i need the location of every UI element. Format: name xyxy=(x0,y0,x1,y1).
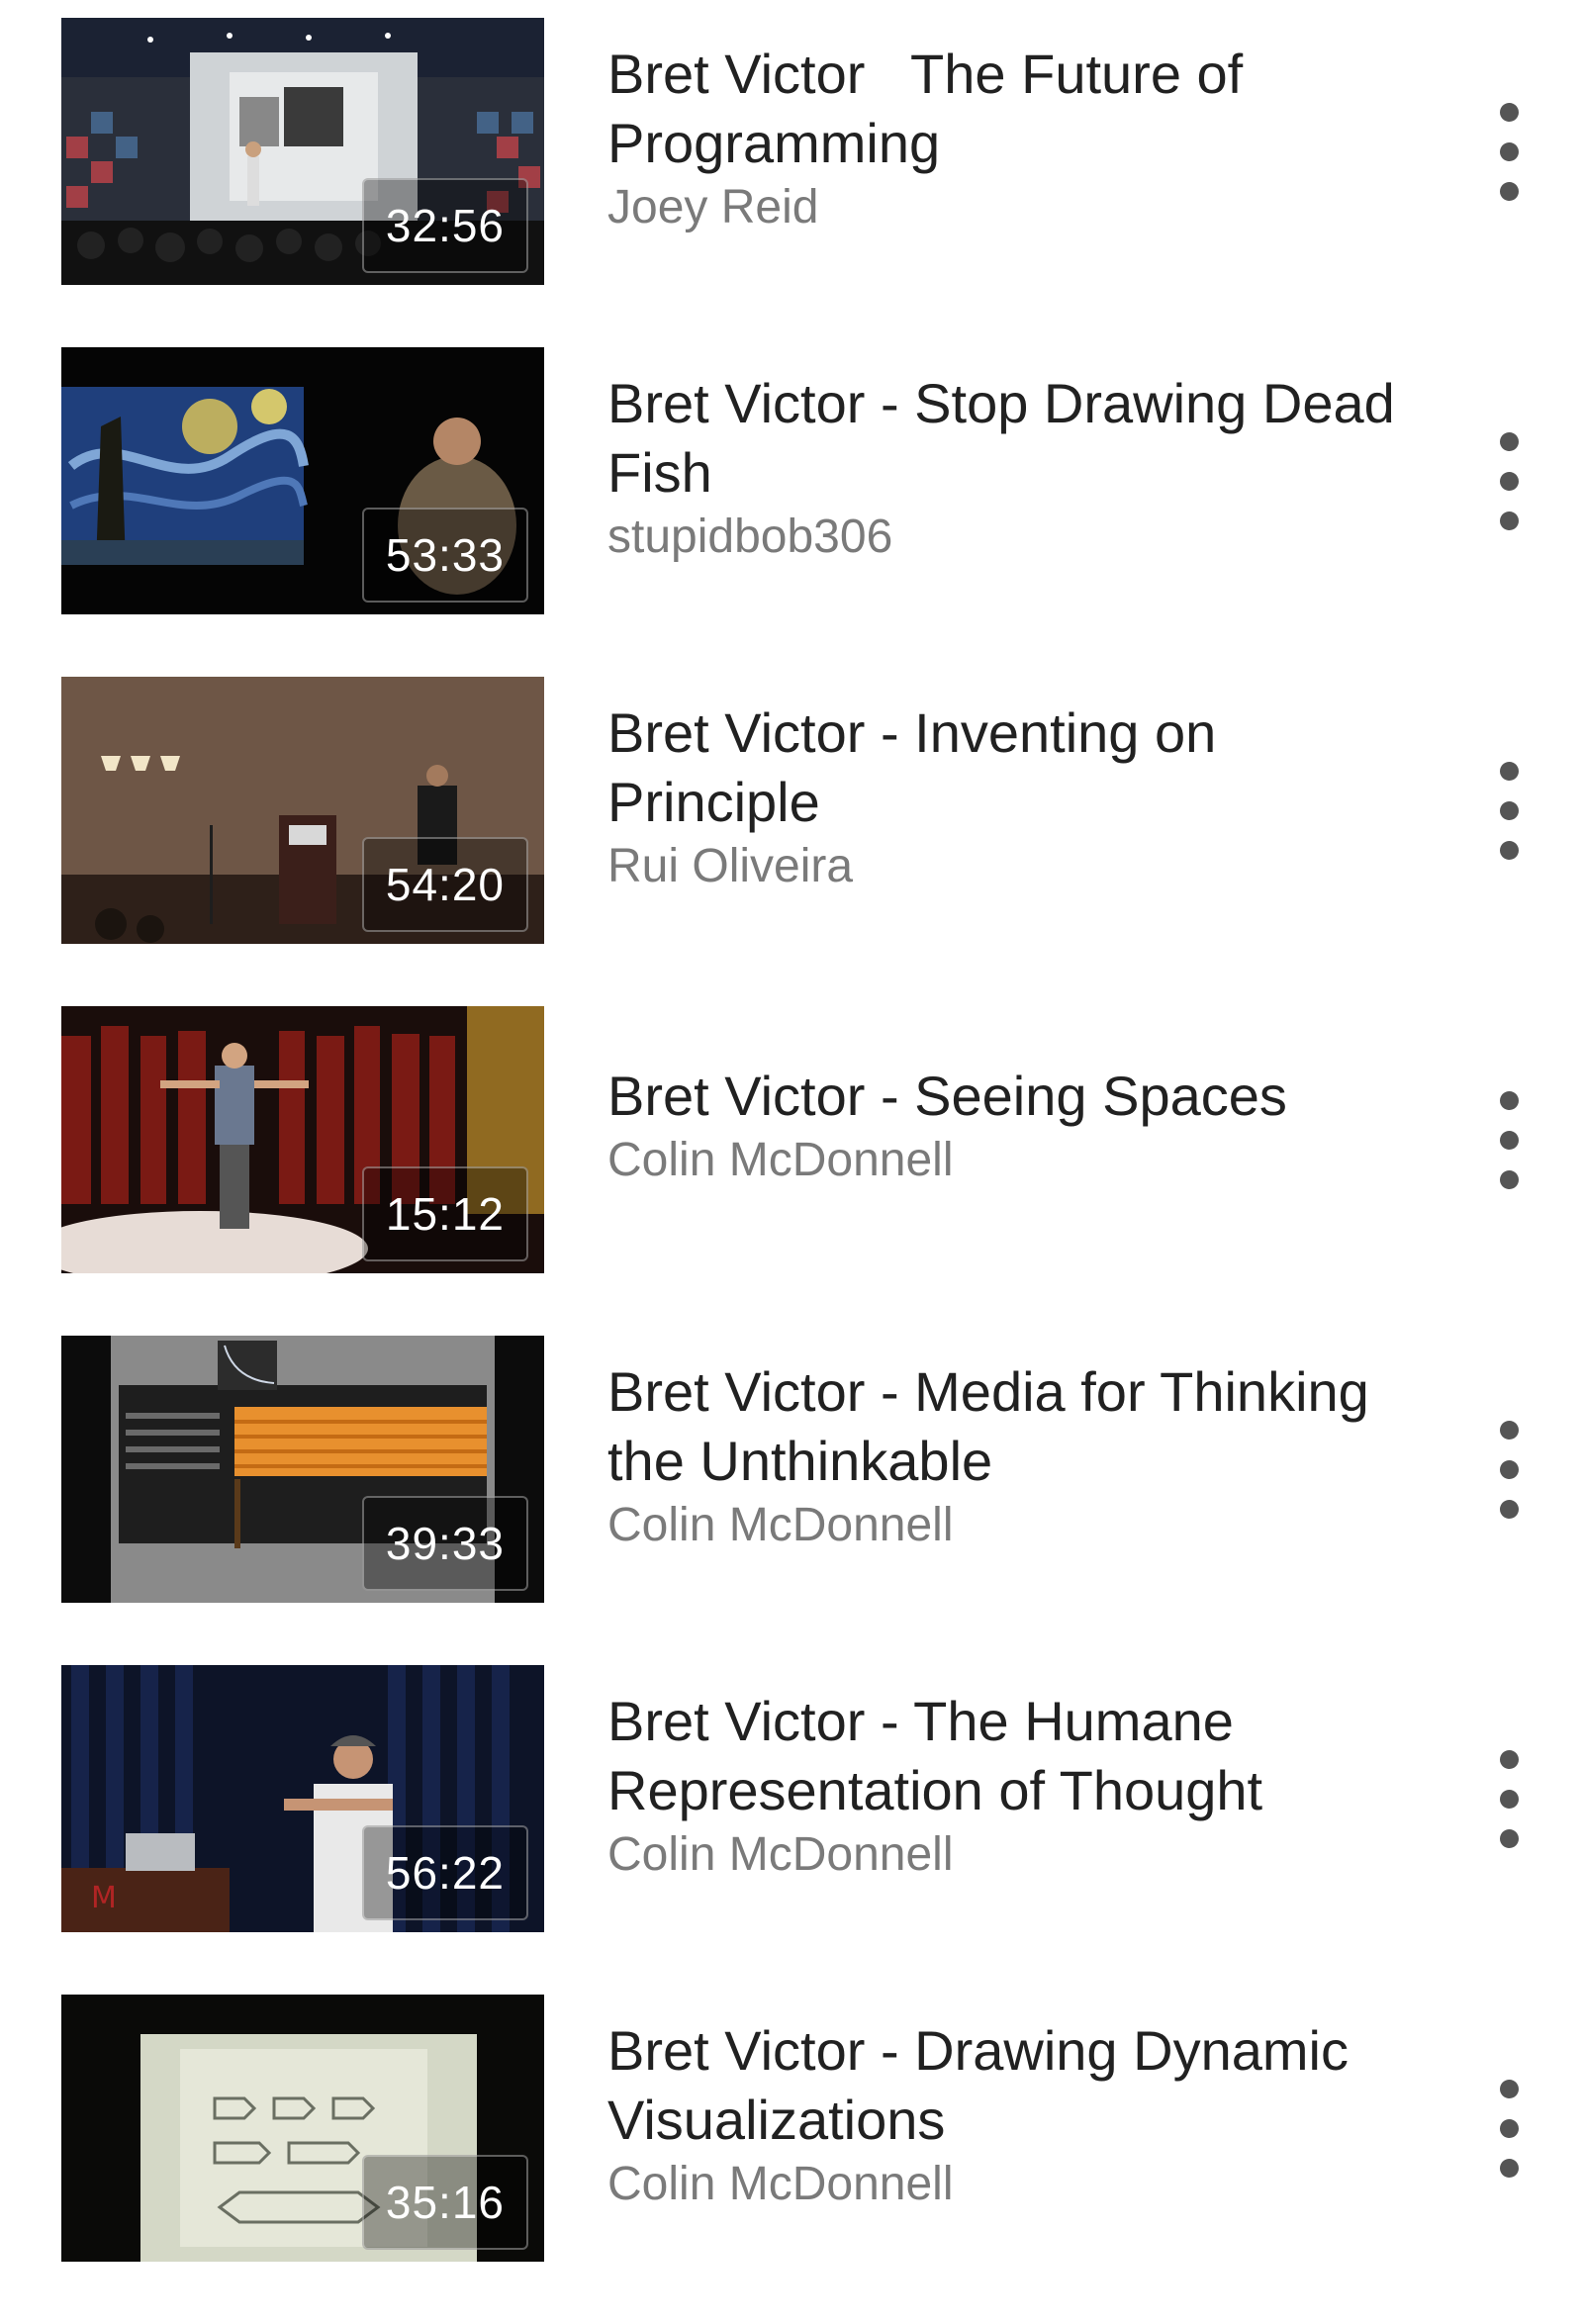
video-title[interactable]: Bret Victor - Inventing on Principle xyxy=(607,698,1439,837)
video-meta[interactable]: Bret Victor - Drawing Dynamic Visualizat… xyxy=(607,2016,1439,2216)
video-thumbnail[interactable]: M 56:22 xyxy=(61,1665,544,1932)
video-meta[interactable]: Bret Victor - Seeing Spaces Colin McDonn… xyxy=(607,1062,1439,1192)
channel-name[interactable]: Colin McDonnell xyxy=(607,2153,1439,2216)
video-thumbnail[interactable]: 35:16 xyxy=(61,1995,544,2262)
video-thumbnail[interactable]: 15:12 xyxy=(61,1006,544,1273)
video-duration: 35:16 xyxy=(361,2155,528,2250)
channel-name[interactable]: Rui Oliveira xyxy=(607,835,1439,898)
video-duration: 54:20 xyxy=(361,837,528,932)
more-options-icon[interactable] xyxy=(1482,432,1537,531)
video-meta[interactable]: Bret Victor The Future of Programming Jo… xyxy=(607,40,1439,239)
video-thumbnail[interactable]: 53:33 xyxy=(61,347,544,614)
video-meta[interactable]: Bret Victor - Inventing on Principle Rui… xyxy=(607,698,1439,898)
video-thumbnail[interactable]: 54:20 xyxy=(61,677,544,944)
channel-name[interactable]: Joey Reid xyxy=(607,176,1439,239)
more-options-icon[interactable] xyxy=(1482,103,1537,202)
more-options-icon[interactable] xyxy=(1482,1091,1537,1190)
video-item[interactable]: 53:33 Bret Victor - Stop Drawing Dead Fi… xyxy=(0,347,1583,677)
video-duration: 32:56 xyxy=(361,178,528,273)
video-meta[interactable]: Bret Victor - The Humane Representation … xyxy=(607,1687,1439,1887)
video-duration: 53:33 xyxy=(361,508,528,603)
video-item[interactable]: 54:20 Bret Victor - Inventing on Princip… xyxy=(0,677,1583,1006)
channel-name[interactable]: Colin McDonnell xyxy=(607,1823,1439,1887)
video-title[interactable]: Bret Victor - Stop Drawing Dead Fish xyxy=(607,369,1439,508)
video-thumbnail[interactable]: 39:33 xyxy=(61,1336,544,1603)
video-item[interactable]: 35:16 Bret Victor - Drawing Dynamic Visu… xyxy=(0,1995,1583,2324)
more-options-icon[interactable] xyxy=(1482,1421,1537,1520)
video-duration: 56:22 xyxy=(361,1825,528,1920)
video-meta[interactable]: Bret Victor - Stop Drawing Dead Fish stu… xyxy=(607,369,1439,569)
video-duration: 15:12 xyxy=(361,1166,528,1261)
more-options-icon[interactable] xyxy=(1482,1750,1537,1849)
video-item[interactable]: 39:33 Bret Victor - Media for Thinking t… xyxy=(0,1336,1583,1665)
channel-name[interactable]: Colin McDonnell xyxy=(607,1129,1439,1192)
svg-text:M: M xyxy=(91,1881,117,1915)
video-meta[interactable]: Bret Victor - Media for Thinking the Unt… xyxy=(607,1357,1439,1557)
video-item[interactable]: 32:56 Bret Victor The Future of Programm… xyxy=(0,18,1583,347)
more-options-icon[interactable] xyxy=(1482,762,1537,861)
video-duration: 39:33 xyxy=(361,1496,528,1591)
channel-name[interactable]: stupidbob306 xyxy=(607,506,1439,569)
video-title[interactable]: Bret Victor - Seeing Spaces xyxy=(607,1062,1439,1131)
video-thumbnail[interactable]: 32:56 xyxy=(61,18,544,285)
video-item[interactable]: M 56:22 Bret Victor - The Humane Represe… xyxy=(0,1665,1583,1995)
video-list: 32:56 Bret Victor The Future of Programm… xyxy=(0,0,1583,2292)
more-options-icon[interactable] xyxy=(1482,2080,1537,2179)
video-title[interactable]: Bret Victor - The Humane Representation … xyxy=(607,1687,1439,1825)
video-title[interactable]: Bret Victor - Media for Thinking the Unt… xyxy=(607,1357,1439,1496)
video-item[interactable]: 15:12 Bret Victor - Seeing Spaces Colin … xyxy=(0,1006,1583,1336)
video-title[interactable]: Bret Victor - Drawing Dynamic Visualizat… xyxy=(607,2016,1439,2155)
channel-name[interactable]: Colin McDonnell xyxy=(607,1494,1439,1557)
video-title[interactable]: Bret Victor The Future of Programming xyxy=(607,40,1439,178)
